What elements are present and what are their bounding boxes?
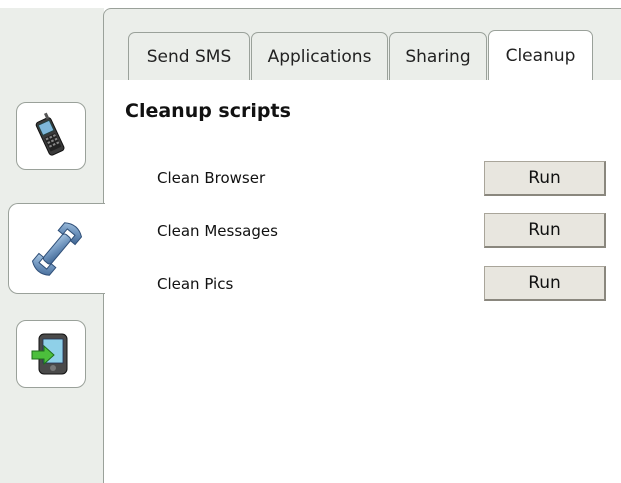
run-clean-browser-button[interactable]: Run (484, 161, 606, 196)
tab-applications[interactable]: Applications (251, 32, 388, 80)
pda-sync-icon (29, 331, 73, 377)
tab-send-sms[interactable]: Send SMS (128, 32, 250, 80)
script-label-clean-pics: Clean Pics (157, 275, 234, 293)
section-title: Cleanup scripts (125, 100, 291, 122)
run-clean-pics-button[interactable]: Run (484, 266, 606, 301)
script-label-clean-messages: Clean Messages (157, 222, 278, 240)
tab-cleanup[interactable]: Cleanup (488, 30, 593, 80)
wrench-icon (26, 218, 88, 280)
top-tab-bar: Send SMS Applications Sharing Cleanup (128, 30, 594, 80)
mobile-phone-icon (31, 112, 71, 160)
side-tab-sync[interactable] (16, 320, 86, 388)
active-tab-joint (103, 211, 105, 285)
run-clean-messages-button[interactable]: Run (484, 213, 606, 248)
app-window: Send SMS Applications Sharing Cleanup Cl… (0, 0, 621, 483)
side-tab-phone[interactable] (16, 102, 86, 170)
script-label-clean-browser: Clean Browser (157, 169, 266, 187)
side-tab-tools[interactable] (8, 203, 105, 294)
tab-sharing[interactable]: Sharing (389, 32, 487, 80)
